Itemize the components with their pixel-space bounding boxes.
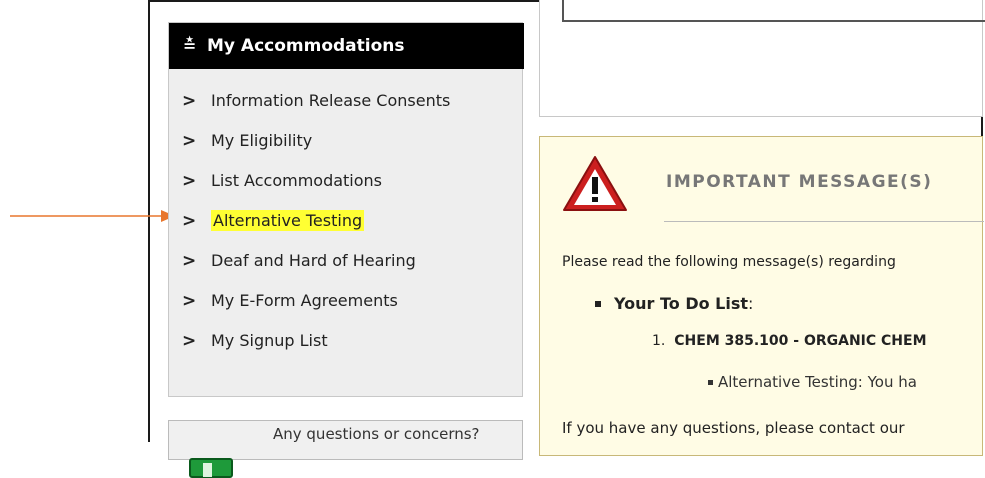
sidebar-item-label: Information Release Consents — [211, 91, 451, 110]
course-name[interactable]: CHEM 385.100 - ORGANIC CHEM — [674, 333, 926, 349]
chevron-right-icon: > — [182, 251, 197, 271]
sidebar-menu: > Information Release Consents > My Eligib… — [169, 81, 524, 361]
chevron-right-icon: > — [182, 291, 197, 311]
sidebar-item-my-e-form-agreements[interactable]: > My E-Form Agreements — [169, 281, 524, 321]
bullet-icon — [708, 380, 713, 385]
annotation-arrow — [10, 210, 175, 222]
help-box: Any questions or concerns? — [168, 420, 523, 478]
bullet-icon — [595, 301, 601, 307]
sidebar-item-list-accommodations[interactable]: > List Accommodations — [169, 161, 524, 201]
sidebar-item-my-signup-list[interactable]: > My Signup List — [169, 321, 524, 361]
chevron-right-icon: > — [182, 131, 197, 151]
sidebar-item-label: My Eligibility — [211, 131, 313, 150]
help-icon[interactable] — [189, 458, 233, 478]
sidebar-item-information-release-consents[interactable]: > Information Release Consents — [169, 81, 524, 121]
chevron-right-icon: > — [182, 331, 197, 351]
warning-triangle-icon — [563, 156, 627, 211]
sidebar-item-my-eligibility[interactable]: > My Eligibility — [169, 121, 524, 161]
todo-label: Your To Do List — [614, 294, 749, 313]
contact-message: If you have any questions, please contac… — [562, 419, 905, 437]
chevron-right-icon: > — [182, 211, 197, 231]
course-task-text: Alternative Testing: You ha — [718, 373, 917, 391]
sidebar-item-deaf-and-hard-of-hearing[interactable]: > Deaf and Hard of Hearing — [169, 241, 524, 281]
chevron-right-icon: > — [182, 171, 197, 191]
important-messages-panel: IMPORTANT MESSAGE(S) Please read the fol… — [539, 136, 984, 456]
chevron-right-icon: > — [182, 91, 197, 111]
course-number: 1. — [652, 333, 666, 349]
help-text: Any questions or concerns? — [273, 425, 480, 443]
sidebar-header-label: My Accommodations — [207, 36, 405, 56]
message-intro: Please read the following message(s) reg… — [562, 254, 896, 270]
course-entry: 1. CHEM 385.100 - ORGANIC CHEM — [652, 333, 927, 349]
accommodations-sidebar: ≛ My Accommodations > Information Release … — [168, 22, 524, 397]
message-title: IMPORTANT MESSAGE(S) — [666, 172, 933, 192]
sidebar-item-label: My E-Form Agreements — [211, 291, 398, 310]
top-panel-inner — [562, 0, 985, 22]
top-panel — [539, 0, 985, 117]
sidebar-item-label: List Accommodations — [211, 171, 383, 190]
sidebar-item-label: My Signup List — [211, 331, 328, 350]
todo-colon: : — [748, 294, 754, 313]
sidebar-header[interactable]: ≛ My Accommodations — [169, 23, 524, 69]
sidebar-item-alternative-testing[interactable]: > Alternative Testing — [169, 201, 524, 241]
title-divider — [664, 221, 984, 222]
course-task: Alternative Testing: You ha — [708, 373, 917, 391]
double-chevron-down-icon: ≛ — [183, 36, 196, 55]
sidebar-item-label: Alternative Testing — [211, 210, 365, 231]
sidebar-item-label: Deaf and Hard of Hearing — [211, 251, 416, 270]
